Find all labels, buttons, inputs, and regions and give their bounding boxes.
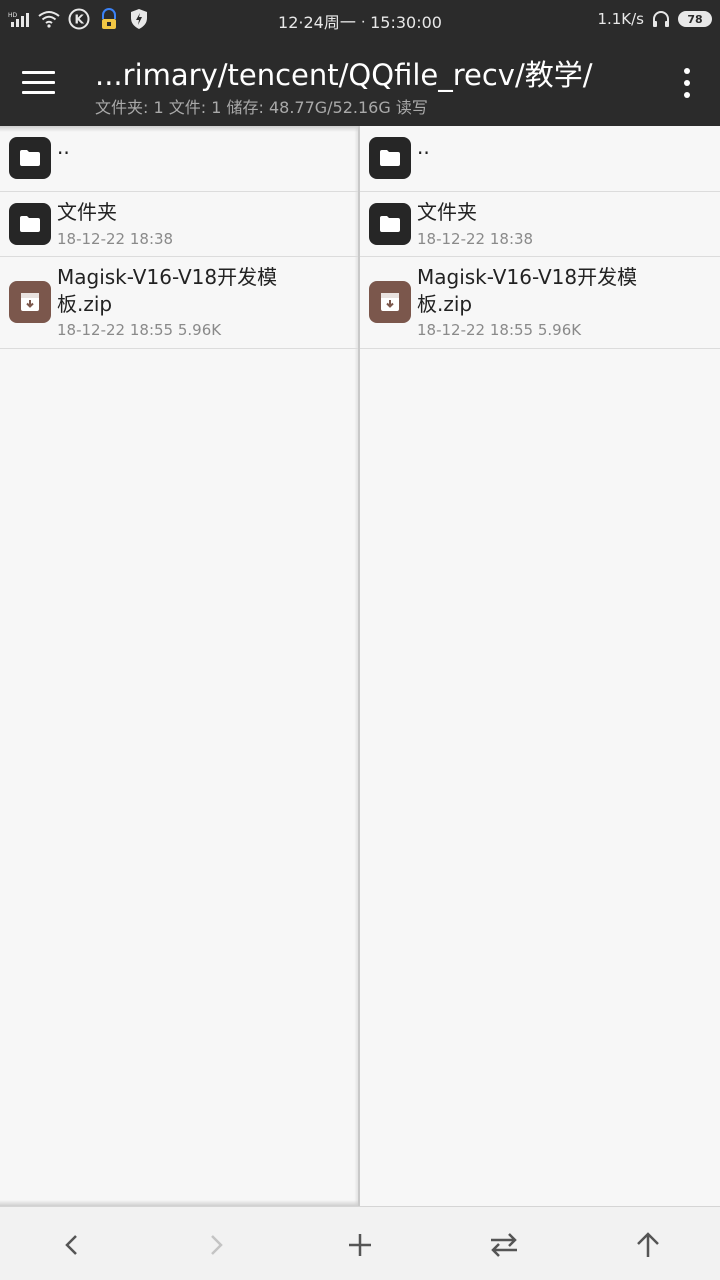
parent-dir-label: .. [417, 135, 430, 159]
headset-icon [650, 8, 672, 30]
swap-icon[interactable] [484, 1227, 524, 1263]
parent-dir-row[interactable]: .. [360, 126, 720, 192]
bottom-action-bar [0, 1206, 720, 1280]
list-item-folder[interactable]: 文件夹 18-12-22 18:38 [360, 192, 720, 257]
parent-dir-row[interactable]: .. [0, 126, 358, 192]
status-bar: HD K 12·24周一 ᐧ 15:30:00 1.1K/s 78 [0, 0, 720, 38]
list-item-zip[interactable]: Magisk-V16-V18开发模板.zip 18-12-22 18:55 5.… [0, 257, 358, 349]
storage-stats: 文件夹: 1 文件: 1 储存: 48.77G/52.16G 读写 [95, 98, 428, 117]
more-vert-icon[interactable] [682, 68, 692, 98]
item-name: 文件夹 [417, 200, 477, 224]
list-item-zip[interactable]: Magisk-V16-V18开发模板.zip 18-12-22 18:55 5.… [360, 257, 720, 349]
forward-icon[interactable] [196, 1227, 236, 1263]
up-arrow-icon[interactable] [628, 1227, 668, 1263]
item-name: 文件夹 [57, 200, 117, 224]
archive-icon [9, 281, 51, 323]
item-meta: 18-12-22 18:38 [417, 230, 534, 248]
folder-icon [9, 203, 51, 245]
list-item-folder[interactable]: 文件夹 18-12-22 18:38 [0, 192, 358, 257]
dual-pane-container: .. 文件夹 18-12-22 18:38 Magisk-V16-V18开发模板… [0, 126, 720, 1206]
item-name: Magisk-V16-V18开发模板.zip [417, 265, 638, 316]
folder-icon [369, 203, 411, 245]
right-pane[interactable]: .. 文件夹 18-12-22 18:38 Magisk-V16-V18开发模板… [360, 126, 720, 1206]
left-pane[interactable]: .. 文件夹 18-12-22 18:38 Magisk-V16-V18开发模板… [0, 126, 360, 1206]
archive-icon [369, 281, 411, 323]
parent-dir-label: .. [57, 135, 70, 159]
item-meta: 18-12-22 18:38 [57, 230, 174, 248]
hamburger-menu-icon[interactable] [22, 62, 66, 102]
add-icon[interactable] [340, 1227, 380, 1263]
folder-icon [9, 137, 51, 179]
path-title: ...rimary/tencent/QQfile_recv/教学/ [95, 58, 593, 92]
app-toolbar: ...rimary/tencent/QQfile_recv/教学/ 文件夹: 1… [0, 38, 720, 126]
item-name: Magisk-V16-V18开发模板.zip [57, 265, 278, 316]
net-speed: 1.1K/s [597, 10, 644, 28]
item-meta: 18-12-22 18:55 5.96K [417, 321, 582, 339]
folder-icon [369, 137, 411, 179]
battery-indicator: 78 [678, 11, 712, 27]
back-icon[interactable] [52, 1227, 92, 1263]
item-meta: 18-12-22 18:55 5.96K [57, 321, 222, 339]
